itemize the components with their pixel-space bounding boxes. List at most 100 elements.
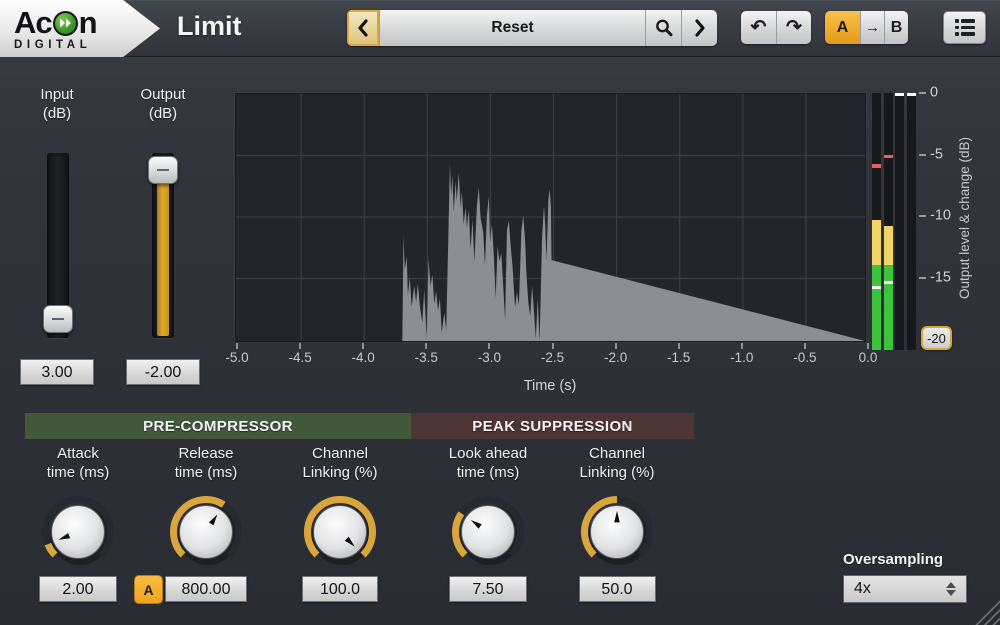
magnifier-icon: [654, 18, 674, 38]
output-slider-handle[interactable]: [148, 156, 178, 184]
oversampling-value: 4x: [854, 580, 871, 598]
knob-value-box[interactable]: 800.00: [165, 576, 247, 602]
knob[interactable]: [300, 492, 380, 572]
x-tick-mark: [867, 343, 869, 349]
top-bar: Ac n DIGITAL Limit Reset ↶ ↷: [0, 0, 1000, 57]
meter-green-segment: [872, 265, 881, 350]
x-tick-label: 0.0: [846, 350, 890, 365]
acon-digital-logo: Ac n DIGITAL: [0, 0, 160, 57]
x-tick-label: -2.5: [531, 350, 575, 365]
meter-green-segment: [884, 265, 893, 350]
oversampling-dropdown[interactable]: 4x: [843, 575, 967, 603]
knob[interactable]: [166, 492, 246, 572]
knob-value-box[interactable]: 2.00: [39, 576, 117, 602]
brand-text-right: n: [79, 7, 97, 38]
level-meter: [884, 93, 893, 350]
knob-value-box[interactable]: 100.0: [302, 576, 378, 602]
knob-value-row: 2.00: [39, 576, 117, 603]
resize-grip[interactable]: [972, 597, 1000, 625]
y-tick-mark: [919, 215, 926, 217]
brand-subtext: DIGITAL: [14, 39, 91, 51]
preset-next-button[interactable]: [681, 10, 717, 46]
oversampling-label: Oversampling: [843, 551, 968, 568]
preset-search-button[interactable]: [645, 10, 681, 46]
knob-value-box[interactable]: 50.0: [579, 576, 656, 602]
x-tick-mark: [804, 343, 806, 349]
preset-prev-button[interactable]: [347, 10, 379, 46]
y-tick-label: -10: [930, 208, 951, 224]
y-tick-label: -15: [930, 269, 951, 285]
y-tick-mark: [919, 92, 926, 94]
play-circle-icon: [53, 11, 78, 36]
pre-compressor-header: PRE-COMPRESSOR: [25, 413, 411, 439]
meter-peak-mark: [872, 286, 881, 289]
brand-text-left: Ac: [14, 7, 52, 38]
preset-a-button[interactable]: A: [825, 11, 860, 44]
preset-name-field[interactable]: Reset: [379, 10, 645, 46]
meter-range-button[interactable]: -20: [921, 326, 952, 350]
preset-b-button[interactable]: B: [884, 11, 908, 44]
chevron-left-icon: [356, 18, 371, 38]
change-meter-mark: [895, 93, 904, 96]
copy-a-to-b-button[interactable]: →: [860, 11, 884, 44]
chevron-right-icon: [692, 18, 707, 38]
x-tick-label: -3.0: [467, 350, 511, 365]
plugin-title: Limit: [177, 11, 242, 42]
level-meter: [872, 93, 881, 350]
knob-value-row: A 800.00: [165, 576, 247, 603]
knob-value-row: 50.0: [579, 576, 656, 603]
time-axis-label: Time (s): [460, 378, 640, 394]
menu-button[interactable]: [943, 11, 986, 44]
knob-label: Channel Linking (%): [265, 444, 415, 482]
ab-compare-group: A → B: [825, 11, 908, 44]
redo-icon: ↷: [786, 16, 802, 39]
knob-value-box[interactable]: 7.50: [449, 576, 527, 602]
meter-clip-mark: [872, 164, 881, 168]
x-tick-mark: [362, 343, 364, 349]
redo-button[interactable]: ↷: [776, 11, 811, 44]
output-slider-label: Output (dB): [123, 85, 203, 123]
knob[interactable]: [577, 492, 657, 572]
peak-suppression-header: PEAK SUPPRESSION: [411, 413, 694, 439]
input-value-box[interactable]: 3.00: [20, 359, 94, 385]
automation-badge[interactable]: A: [134, 575, 163, 604]
gain-change-meter: [907, 93, 916, 350]
knob[interactable]: [448, 492, 528, 572]
x-tick-label: -4.0: [341, 350, 385, 365]
meter-clip-mark: [884, 155, 893, 159]
input-slider-label: Input (dB): [17, 85, 97, 123]
x-tick-label: -2.0: [594, 350, 638, 365]
undo-button[interactable]: ↶: [741, 11, 776, 44]
level-axis-label: Output level & change (dB): [957, 89, 977, 347]
knob[interactable]: [38, 492, 118, 572]
gain-change-meter: [895, 93, 904, 350]
x-tick-mark: [425, 343, 427, 349]
brand-row: Ac n: [14, 7, 97, 38]
x-tick-mark: [488, 343, 490, 349]
x-tick-mark: [741, 343, 743, 349]
y-tick-label: 0: [930, 85, 938, 101]
knob-label: Channel Linking (%): [542, 444, 692, 482]
x-tick-label: -4.5: [278, 350, 322, 365]
waveform-plot: [236, 94, 865, 341]
meter-peak-mark: [884, 281, 893, 284]
x-tick-mark: [299, 343, 301, 349]
meter-yellow-segment: [872, 220, 881, 266]
x-tick-label: -3.5: [404, 350, 448, 365]
list-menu-icon: [955, 19, 975, 36]
knob-value-row: 100.0: [302, 576, 378, 603]
input-slider-handle[interactable]: [43, 305, 73, 333]
knob-label: Release time (ms): [131, 444, 281, 482]
meter-yellow-segment: [884, 226, 893, 265]
x-tick-label: -1.5: [657, 350, 701, 365]
y-tick-label: -5: [930, 146, 943, 162]
x-tick-label: -5.0: [215, 350, 259, 365]
plugin-window: Ac n DIGITAL Limit Reset ↶ ↷: [0, 0, 1000, 625]
knob-label: Look ahead time (ms): [413, 444, 563, 482]
knob-value-row: 7.50: [449, 576, 527, 603]
preset-bar: Reset: [347, 10, 717, 46]
level-graph: [235, 93, 866, 342]
output-slider-fill: [157, 176, 169, 336]
undo-icon: ↶: [751, 16, 767, 39]
output-value-box[interactable]: -2.00: [126, 359, 200, 385]
